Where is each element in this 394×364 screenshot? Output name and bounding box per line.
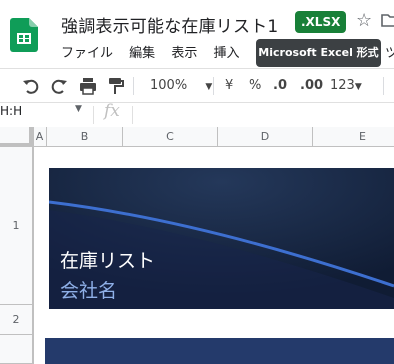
column-header-b[interactable]: B: [47, 127, 123, 147]
formula-divider: [93, 106, 94, 124]
more-formats-button[interactable]: 123▼: [330, 75, 362, 97]
row-header-2[interactable]: 2: [0, 305, 33, 335]
name-box[interactable]: H:H: [0, 104, 22, 118]
decrease-decimal-label: .0: [273, 78, 287, 93]
format-tooltip: Microsoft Excel 形式: [256, 39, 381, 67]
frozen-column-divider[interactable]: [33, 127, 34, 364]
increase-decimal-button[interactable]: .00: [300, 75, 323, 97]
print-icon[interactable]: [78, 75, 98, 97]
increase-decimal-label: .00: [300, 78, 324, 93]
toolbar: 100% ▼ ¥ % .0 .00 123▼: [0, 68, 394, 103]
column-header-a[interactable]: A: [33, 127, 47, 147]
document-title[interactable]: 強調表示可能な在庫リスト1: [61, 12, 278, 37]
chevron-down-icon[interactable]: ▼: [75, 104, 82, 114]
table-header-band: [45, 338, 394, 364]
zoom-select[interactable]: 100% ▼: [150, 75, 212, 97]
row-header-1[interactable]: 1: [0, 147, 33, 305]
redo-icon[interactable]: [50, 75, 68, 97]
menu-insert[interactable]: 挿入: [213, 46, 239, 61]
paint-format-icon[interactable]: [106, 75, 124, 97]
file-format-badge[interactable]: .XLSX: [295, 11, 347, 33]
column-header-d[interactable]: D: [218, 127, 313, 147]
column-header-e[interactable]: E: [313, 127, 394, 147]
chevron-down-icon: ▼: [205, 82, 213, 92]
select-all-corner[interactable]: [0, 127, 33, 147]
banner-subtitle: 会社名: [60, 280, 118, 302]
menu-tools-partial[interactable]: ツ: [385, 42, 394, 61]
percent-button[interactable]: %: [249, 75, 261, 97]
column-header-c[interactable]: C: [123, 127, 218, 147]
banner-title: 在庫リスト: [60, 250, 156, 272]
decrease-decimal-button[interactable]: .0: [273, 75, 287, 97]
row-header-3[interactable]: [0, 335, 33, 364]
undo-icon[interactable]: [22, 75, 40, 97]
sheets-logo-icon[interactable]: [10, 18, 38, 52]
currency-button[interactable]: ¥: [225, 75, 233, 97]
toolbar-divider: [133, 77, 134, 95]
menu-edit[interactable]: 編集: [129, 46, 155, 61]
toolbar-divider: [213, 77, 214, 95]
zoom-value: 100%: [150, 78, 188, 93]
more-formats-label: 123: [330, 78, 355, 93]
menu-file[interactable]: ファイル: [61, 46, 113, 61]
menu-view[interactable]: 表示: [171, 46, 197, 61]
star-icon[interactable]: ☆: [356, 10, 372, 31]
formula-divider: [132, 106, 133, 124]
menu-bar: ファイル 編集 表示 挿入: [61, 42, 251, 61]
move-folder-icon[interactable]: [380, 10, 394, 30]
chevron-down-icon: ▼: [354, 82, 362, 92]
toolbar-divider: [383, 77, 384, 95]
formula-bar: [0, 102, 394, 128]
function-icon: fx: [104, 101, 120, 121]
